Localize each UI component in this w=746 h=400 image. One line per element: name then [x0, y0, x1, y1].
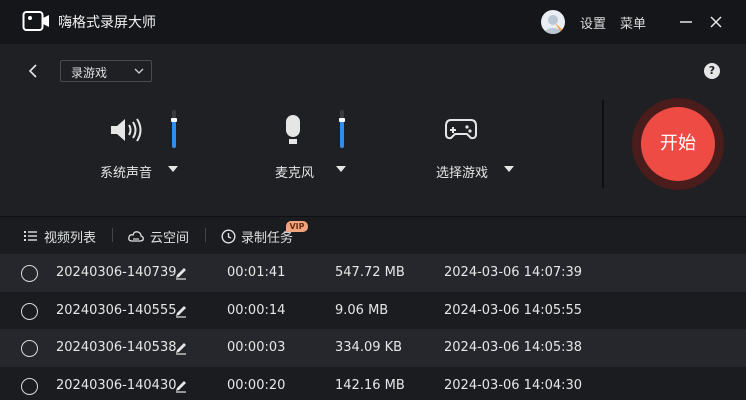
- recording-size: 334.09 KB: [335, 340, 403, 355]
- edit-pencil-icon[interactable]: [174, 266, 188, 280]
- cloud-icon: [128, 231, 144, 242]
- recording-name: 20240306-140538: [56, 340, 177, 355]
- recording-row[interactable]: 20240306-140555 00:00:14 9.06 MB 2024-03-06…: [0, 291, 746, 330]
- title-bar: 嗨格式录屏大师 设置 菜单: [0, 0, 746, 44]
- system-audio-fill: [172, 119, 176, 148]
- edit-pencil-icon[interactable]: [174, 341, 188, 355]
- chevron-down-icon: [134, 68, 144, 74]
- start-button[interactable]: 开始: [641, 107, 715, 181]
- microphone-icon[interactable]: [283, 114, 303, 146]
- panel-divider: [602, 100, 604, 188]
- recording-duration: 00:00:14: [227, 302, 286, 318]
- system-audio-knob[interactable]: [171, 117, 177, 122]
- microphone-knob[interactable]: [339, 117, 345, 122]
- close-icon[interactable]: [706, 12, 726, 32]
- edit-pencil-icon[interactable]: [174, 304, 188, 318]
- tab-separator: [112, 228, 113, 242]
- microphone-label: 麦克风: [275, 166, 315, 181]
- tab-cloud-space-label: 云空间: [150, 231, 190, 246]
- back-chevron-icon[interactable]: [24, 62, 42, 80]
- mode-select[interactable]: 录游戏: [60, 60, 152, 82]
- microphone-fill: [340, 119, 344, 148]
- recording-size: 142.16 MB: [335, 377, 405, 393]
- recording-name: 20240306-140555: [56, 302, 177, 318]
- recording-duration: 00:01:41: [227, 265, 286, 280]
- game-select-label[interactable]: 选择游戏: [436, 162, 488, 181]
- vip-badge: VIP: [286, 221, 308, 232]
- minimize-icon[interactable]: [676, 12, 696, 32]
- recording-row[interactable]: 20240306-140430 00:00:20 142.16 MB 2024-03-…: [0, 366, 746, 400]
- microphone-dropdown-icon[interactable]: [336, 166, 346, 172]
- mode-select-value: 录游戏: [71, 66, 108, 80]
- row-select-radio[interactable]: [21, 302, 38, 320]
- recording-created: 2024-03-06 14:07:39: [444, 265, 583, 280]
- recording-created: 2024-03-06 14:04:30: [444, 377, 583, 393]
- system-audio-slider[interactable]: [171, 110, 177, 148]
- recording-size: 547.72 MB: [335, 265, 405, 280]
- recording-name: 20240306-140430: [56, 377, 177, 393]
- app-title: 嗨格式录屏大师: [58, 15, 156, 31]
- recording-name: 20240306-140739: [56, 265, 177, 280]
- help-icon[interactable]: ?: [704, 63, 720, 79]
- recording-size: 9.06 MB: [335, 302, 389, 318]
- recording-duration: 00:00:20: [227, 377, 286, 393]
- speaker-icon[interactable]: [108, 116, 144, 144]
- edit-pencil-icon[interactable]: [174, 379, 188, 393]
- avatar-icon: [544, 15, 563, 34]
- system-audio-label: 系统声音: [100, 166, 153, 181]
- tab-separator: [205, 228, 206, 242]
- user-avatar[interactable]: [541, 10, 565, 34]
- recording-duration: 00:00:03: [227, 340, 286, 355]
- row-select-radio[interactable]: [21, 377, 38, 395]
- microphone-slider[interactable]: [339, 110, 345, 148]
- clock-icon: [221, 229, 236, 244]
- gamepad-icon[interactable]: [445, 118, 477, 140]
- game-dropdown-icon[interactable]: [504, 166, 514, 172]
- recording-created: 2024-03-06 14:05:38: [444, 340, 583, 355]
- row-select-radio[interactable]: [21, 265, 38, 282]
- tab-video-list-label: 视频列表: [44, 231, 97, 246]
- recording-row[interactable]: 20240306-140739 00:01:41 547.72 MB 2024-03-…: [0, 254, 746, 292]
- settings-link[interactable]: 设置: [580, 13, 606, 32]
- list-icon: [24, 231, 37, 241]
- app-logo-icon: [22, 11, 49, 31]
- row-select-radio[interactable]: [21, 340, 38, 357]
- menu-link[interactable]: 菜单: [620, 13, 646, 32]
- system-audio-dropdown-icon[interactable]: [168, 166, 178, 172]
- recording-row[interactable]: 20240306-140538 00:00:03 334.09 KB 2024-03-…: [0, 329, 746, 367]
- recording-created: 2024-03-06 14:05:55: [444, 302, 583, 318]
